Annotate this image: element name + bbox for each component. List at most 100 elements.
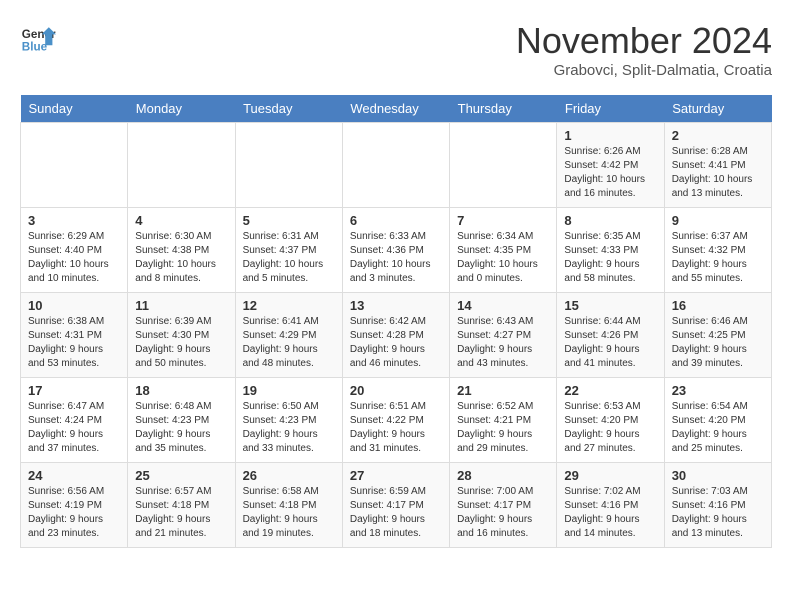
day-number: 14	[457, 298, 549, 313]
day-number: 25	[135, 468, 227, 483]
calendar-cell: 1 Sunrise: 6:26 AM Sunset: 4:42 PM Daylig…	[557, 123, 664, 208]
calendar-cell: 9 Sunrise: 6:37 AM Sunset: 4:32 PM Daylig…	[664, 208, 771, 293]
day-info: Sunrise: 6:59 AM Sunset: 4:17 PM Dayligh…	[350, 485, 442, 541]
calendar-week-4: 17 Sunrise: 6:47 AM Sunset: 4:24 PM Dayli…	[21, 378, 772, 463]
calendar-week-2: 3 Sunrise: 6:29 AM Sunset: 4:40 PM Daylig…	[21, 208, 772, 293]
weekday-header-wednesday: Wednesday	[342, 95, 449, 123]
calendar-cell: 10 Sunrise: 6:38 AM Sunset: 4:31 PM Dayli…	[21, 293, 128, 378]
weekday-header-row: SundayMondayTuesdayWednesdayThursdayFrid…	[21, 95, 772, 123]
weekday-header-tuesday: Tuesday	[235, 95, 342, 123]
day-number: 22	[564, 383, 656, 398]
day-number: 15	[564, 298, 656, 313]
day-info: Sunrise: 6:51 AM Sunset: 4:22 PM Dayligh…	[350, 400, 442, 456]
calendar-cell: 11 Sunrise: 6:39 AM Sunset: 4:30 PM Dayli…	[128, 293, 235, 378]
calendar-cell: 20 Sunrise: 6:51 AM Sunset: 4:22 PM Dayli…	[342, 378, 449, 463]
calendar-cell: 27 Sunrise: 6:59 AM Sunset: 4:17 PM Dayli…	[342, 463, 449, 548]
day-info: Sunrise: 6:34 AM Sunset: 4:35 PM Dayligh…	[457, 230, 549, 286]
calendar-cell	[128, 123, 235, 208]
day-info: Sunrise: 6:29 AM Sunset: 4:40 PM Dayligh…	[28, 230, 120, 286]
calendar-cell: 28 Sunrise: 7:00 AM Sunset: 4:17 PM Dayli…	[450, 463, 557, 548]
day-info: Sunrise: 6:38 AM Sunset: 4:31 PM Dayligh…	[28, 315, 120, 371]
day-info: Sunrise: 6:56 AM Sunset: 4:19 PM Dayligh…	[28, 485, 120, 541]
day-info: Sunrise: 6:33 AM Sunset: 4:36 PM Dayligh…	[350, 230, 442, 286]
day-number: 1	[564, 128, 656, 143]
day-info: Sunrise: 6:47 AM Sunset: 4:24 PM Dayligh…	[28, 400, 120, 456]
day-number: 26	[243, 468, 335, 483]
day-info: Sunrise: 6:46 AM Sunset: 4:25 PM Dayligh…	[672, 315, 764, 371]
day-info: Sunrise: 6:28 AM Sunset: 4:41 PM Dayligh…	[672, 145, 764, 201]
calendar-cell: 17 Sunrise: 6:47 AM Sunset: 4:24 PM Dayli…	[21, 378, 128, 463]
day-info: Sunrise: 6:37 AM Sunset: 4:32 PM Dayligh…	[672, 230, 764, 286]
calendar-cell: 18 Sunrise: 6:48 AM Sunset: 4:23 PM Dayli…	[128, 378, 235, 463]
day-info: Sunrise: 6:39 AM Sunset: 4:30 PM Dayligh…	[135, 315, 227, 371]
calendar-week-3: 10 Sunrise: 6:38 AM Sunset: 4:31 PM Dayli…	[21, 293, 772, 378]
day-info: Sunrise: 7:03 AM Sunset: 4:16 PM Dayligh…	[672, 485, 764, 541]
day-info: Sunrise: 6:26 AM Sunset: 4:42 PM Dayligh…	[564, 145, 656, 201]
day-number: 24	[28, 468, 120, 483]
day-number: 10	[28, 298, 120, 313]
day-number: 7	[457, 213, 549, 228]
calendar-cell: 6 Sunrise: 6:33 AM Sunset: 4:36 PM Daylig…	[342, 208, 449, 293]
location-subtitle: Grabovci, Split-Dalmatia, Croatia	[516, 62, 772, 79]
day-info: Sunrise: 6:44 AM Sunset: 4:26 PM Dayligh…	[564, 315, 656, 371]
weekday-header-monday: Monday	[128, 95, 235, 123]
day-info: Sunrise: 6:57 AM Sunset: 4:18 PM Dayligh…	[135, 485, 227, 541]
day-number: 3	[28, 213, 120, 228]
calendar-cell	[235, 123, 342, 208]
day-number: 23	[672, 383, 764, 398]
calendar-cell: 23 Sunrise: 6:54 AM Sunset: 4:20 PM Dayli…	[664, 378, 771, 463]
calendar-cell: 21 Sunrise: 6:52 AM Sunset: 4:21 PM Dayli…	[450, 378, 557, 463]
calendar-cell	[342, 123, 449, 208]
calendar-cell: 3 Sunrise: 6:29 AM Sunset: 4:40 PM Daylig…	[21, 208, 128, 293]
day-info: Sunrise: 7:02 AM Sunset: 4:16 PM Dayligh…	[564, 485, 656, 541]
day-info: Sunrise: 6:58 AM Sunset: 4:18 PM Dayligh…	[243, 485, 335, 541]
weekday-header-thursday: Thursday	[450, 95, 557, 123]
weekday-header-friday: Friday	[557, 95, 664, 123]
calendar-cell: 19 Sunrise: 6:50 AM Sunset: 4:23 PM Dayli…	[235, 378, 342, 463]
day-number: 28	[457, 468, 549, 483]
day-number: 4	[135, 213, 227, 228]
day-number: 2	[672, 128, 764, 143]
calendar-cell: 12 Sunrise: 6:41 AM Sunset: 4:29 PM Dayli…	[235, 293, 342, 378]
day-number: 16	[672, 298, 764, 313]
calendar-cell	[21, 123, 128, 208]
calendar-table: SundayMondayTuesdayWednesdayThursdayFrid…	[20, 95, 772, 548]
day-number: 30	[672, 468, 764, 483]
day-number: 29	[564, 468, 656, 483]
calendar-cell	[450, 123, 557, 208]
day-number: 6	[350, 213, 442, 228]
day-info: Sunrise: 7:00 AM Sunset: 4:17 PM Dayligh…	[457, 485, 549, 541]
day-number: 9	[672, 213, 764, 228]
day-info: Sunrise: 6:54 AM Sunset: 4:20 PM Dayligh…	[672, 400, 764, 456]
calendar-cell: 24 Sunrise: 6:56 AM Sunset: 4:19 PM Dayli…	[21, 463, 128, 548]
month-title: November 2024	[516, 20, 772, 62]
calendar-cell: 2 Sunrise: 6:28 AM Sunset: 4:41 PM Daylig…	[664, 123, 771, 208]
calendar-cell: 5Sunrise: 6:31 AM Sunset: 4:37 PM Daylig…	[235, 208, 342, 293]
calendar-cell: 16 Sunrise: 6:46 AM Sunset: 4:25 PM Dayli…	[664, 293, 771, 378]
day-info: Sunrise: 6:48 AM Sunset: 4:23 PM Dayligh…	[135, 400, 227, 456]
day-number: 13	[350, 298, 442, 313]
day-number: 12	[243, 298, 335, 313]
day-number: 18	[135, 383, 227, 398]
svg-text:Blue: Blue	[22, 41, 48, 54]
day-info: Sunrise: 6:52 AM Sunset: 4:21 PM Dayligh…	[457, 400, 549, 456]
calendar-week-5: 24 Sunrise: 6:56 AM Sunset: 4:19 PM Dayli…	[21, 463, 772, 548]
day-info: Sunrise: 6:50 AM Sunset: 4:23 PM Dayligh…	[243, 400, 335, 456]
day-number: 8	[564, 213, 656, 228]
calendar-cell: 14 Sunrise: 6:43 AM Sunset: 4:27 PM Dayli…	[450, 293, 557, 378]
day-number: 5	[243, 213, 335, 228]
day-info: Sunrise: 6:43 AM Sunset: 4:27 PM Dayligh…	[457, 315, 549, 371]
calendar-week-1: 1 Sunrise: 6:26 AM Sunset: 4:42 PM Daylig…	[21, 123, 772, 208]
day-number: 11	[135, 298, 227, 313]
day-number: 20	[350, 383, 442, 398]
calendar-cell: 22Sunrise: 6:53 AM Sunset: 4:20 PM Dayli…	[557, 378, 664, 463]
day-info: Sunrise: 6:30 AM Sunset: 4:38 PM Dayligh…	[135, 230, 227, 286]
day-number: 17	[28, 383, 120, 398]
calendar-cell: 26 Sunrise: 6:58 AM Sunset: 4:18 PM Dayli…	[235, 463, 342, 548]
logo-icon: General Blue	[20, 20, 56, 56]
day-info: Sunrise: 6:41 AM Sunset: 4:29 PM Dayligh…	[243, 315, 335, 371]
day-number: 27	[350, 468, 442, 483]
day-number: 21	[457, 383, 549, 398]
day-number: 19	[243, 383, 335, 398]
day-info: Sunrise: 6:42 AM Sunset: 4:28 PM Dayligh…	[350, 315, 442, 371]
